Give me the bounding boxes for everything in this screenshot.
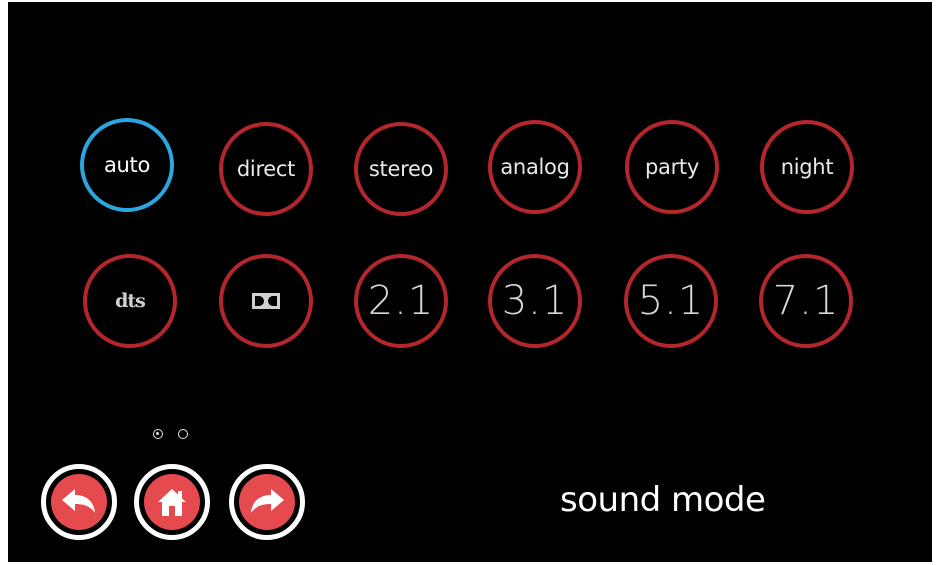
mode-button-5-1[interactable]: 5.1 — [624, 254, 718, 348]
mode-button-party[interactable]: party — [625, 120, 719, 214]
page-dot-1[interactable] — [153, 429, 163, 439]
mode-button-auto[interactable]: auto — [80, 118, 174, 212]
mode-label: 7.1 — [772, 278, 840, 324]
mode-label: party — [645, 155, 699, 179]
mode-label: analog — [500, 155, 570, 179]
back-arrow-icon — [62, 489, 95, 513]
mode-button-night[interactable]: night — [760, 120, 854, 214]
mode-button-3-1[interactable]: 3.1 — [488, 254, 582, 348]
forward-arrow-icon — [251, 489, 284, 513]
mode-label: stereo — [368, 157, 434, 181]
mode-label: auto — [103, 153, 151, 177]
mode-button-analog[interactable]: analog — [488, 120, 582, 214]
sound-mode-screen: auto direct stereo analog party night dt… — [8, 2, 932, 562]
page-indicator — [153, 429, 188, 439]
mode-label: direct — [236, 157, 296, 181]
mode-label: night — [780, 155, 834, 179]
mode-button-dts[interactable]: dts — [83, 254, 177, 348]
mode-button-direct[interactable]: direct — [219, 122, 313, 216]
page-dot-2[interactable] — [178, 429, 188, 439]
mode-label: 3.1 — [501, 278, 569, 324]
mode-label: 5.1 — [637, 278, 705, 324]
home-button[interactable] — [134, 464, 210, 540]
forward-button[interactable] — [229, 464, 305, 540]
mode-button-stereo[interactable]: stereo — [354, 122, 448, 216]
mode-button-2-1[interactable]: 2.1 — [354, 254, 448, 348]
dts-logo-icon: dts — [115, 290, 146, 312]
mode-button-dolby[interactable] — [219, 254, 313, 348]
mode-label: 2.1 — [367, 278, 435, 324]
mode-button-7-1[interactable]: 7.1 — [759, 254, 853, 348]
screen-title: sound mode — [560, 480, 766, 520]
back-button[interactable] — [41, 464, 117, 540]
svg-text:dts: dts — [115, 290, 145, 312]
home-icon — [158, 489, 186, 516]
dolby-logo-icon — [252, 293, 280, 309]
